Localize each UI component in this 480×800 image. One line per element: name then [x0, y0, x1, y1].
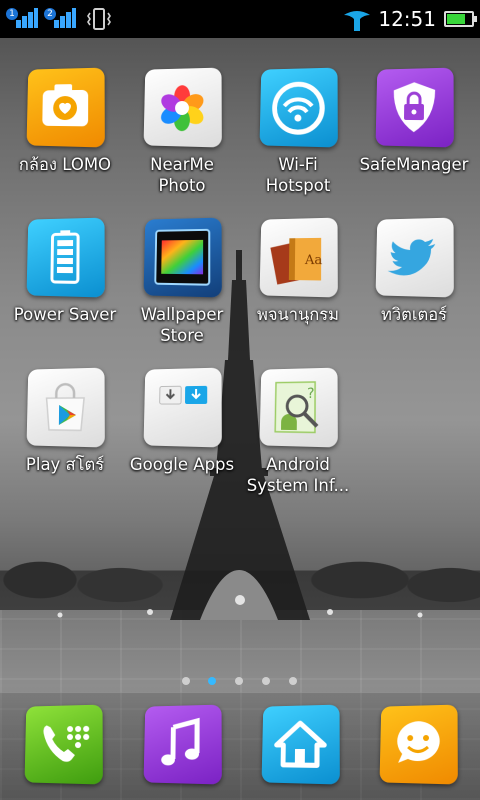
- app-dictionary[interactable]: Aa พจนานุกรม: [239, 217, 357, 325]
- svg-text:?: ?: [307, 386, 315, 402]
- app-label: Wallpaper Store: [140, 305, 224, 345]
- app-label: SafeManager: [359, 155, 469, 174]
- app-wifi-hotspot[interactable]: Wi-Fi Hotspot: [239, 67, 357, 196]
- app-nearme-photo[interactable]: NearMe Photo: [123, 67, 241, 196]
- app-label: Power Saver: [13, 305, 117, 324]
- battery-icon: [26, 217, 105, 298]
- app-wallpaper-store[interactable]: Wallpaper Store: [123, 217, 241, 346]
- battery-fill: [447, 14, 465, 24]
- app-label: กล้อง LOMO: [18, 155, 112, 174]
- android-magnifier-icon: ?: [259, 367, 338, 448]
- dock-messaging-button[interactable]: [379, 704, 458, 785]
- home-icon: [262, 705, 340, 785]
- app-label: NearMe Photo: [150, 155, 214, 195]
- dock-home-button[interactable]: [261, 704, 340, 785]
- app-google-apps-folder[interactable]: Google Apps: [123, 367, 241, 475]
- sim2-badge: 2: [44, 8, 56, 20]
- app-label: Google Apps: [129, 455, 235, 474]
- app-label: Android System Inf...: [246, 455, 350, 495]
- svg-text:Aa: Aa: [304, 252, 323, 268]
- page-dot[interactable]: [235, 677, 243, 685]
- vibrate-icon: [86, 5, 112, 33]
- page-dot[interactable]: [182, 677, 190, 685]
- smiley-message-icon: [396, 720, 440, 764]
- wallpaper-icon: [143, 217, 222, 298]
- app-play-store[interactable]: Play สโตร์: [6, 367, 124, 475]
- page-dot[interactable]: [289, 677, 297, 685]
- twitter-bird-icon: [375, 217, 454, 298]
- music-note-icon: [161, 705, 222, 785]
- battery-icon: [444, 11, 477, 27]
- page-indicator[interactable]: [0, 675, 480, 687]
- app-label: ทวิตเตอร์: [381, 305, 447, 324]
- app-twitter[interactable]: ทวิตเตอร์: [355, 217, 473, 325]
- signal-sim1-icon: 1: [6, 4, 38, 34]
- app-safemanager[interactable]: SafeManager: [355, 67, 473, 175]
- wifi-icon: [259, 67, 338, 148]
- app-power-saver[interactable]: Power Saver: [6, 217, 124, 325]
- camera-icon: [26, 67, 105, 148]
- google-apps-folder-icon: [143, 367, 222, 448]
- dock-music-button[interactable]: [143, 704, 222, 785]
- lock-shield-icon: [375, 67, 454, 148]
- app-label: พจนานุกรม: [256, 305, 340, 324]
- dock: [0, 692, 480, 800]
- signal-sim2-icon: 2: [44, 4, 76, 34]
- app-label: Wi-Fi Hotspot: [265, 155, 331, 195]
- dictionary-icon: Aa: [259, 217, 338, 298]
- app-android-system-info[interactable]: ? Android System Inf...: [239, 367, 357, 496]
- page-dot-active[interactable]: [208, 677, 216, 685]
- app-label: Play สโตร์: [25, 455, 105, 474]
- carrier-logo-icon: [344, 11, 371, 31]
- play-store-icon: [26, 367, 105, 448]
- page-dot[interactable]: [262, 677, 270, 685]
- dock-phone-button[interactable]: [24, 704, 103, 785]
- status-bar: 1 2 12:51: [0, 0, 480, 38]
- app-lomo-camera[interactable]: กล้อง LOMO: [6, 67, 124, 175]
- sim1-badge: 1: [6, 8, 18, 20]
- clock: 12:51: [378, 7, 436, 31]
- phone-dialer-icon: [42, 725, 90, 762]
- flower-icon: [143, 67, 222, 148]
